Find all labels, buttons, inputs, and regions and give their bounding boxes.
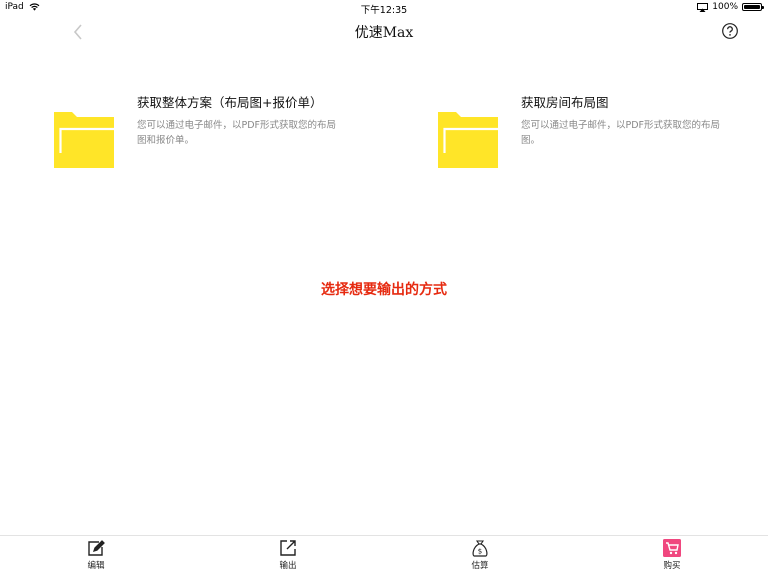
tab-edit[interactable]: 编辑 <box>66 536 126 576</box>
status-right: 100% <box>697 2 764 12</box>
option-title: 获取房间布局图 <box>521 95 609 110</box>
tab-label: 输出 <box>279 561 297 571</box>
status-time: 下午12:35 <box>360 5 408 16</box>
option-room-layout[interactable]: 获取房间布局图 您可以通过电子邮件，以PDF形式获取您的布局图。 <box>436 92 736 182</box>
tab-label: 估算 <box>471 561 489 571</box>
tab-label: 购买 <box>663 561 681 571</box>
page: iPad 下午12:35 100% 优速Max 获取整体方案（布局图+报价单） … <box>0 0 768 576</box>
edit-icon <box>88 540 105 556</box>
folder-icon <box>54 112 114 168</box>
cart-icon <box>663 539 681 557</box>
export-icon <box>280 540 296 556</box>
question-circle-icon <box>722 23 738 39</box>
tab-label: 编辑 <box>87 561 105 571</box>
folder-icon <box>438 112 498 168</box>
tab-buy[interactable]: 购买 <box>642 536 702 576</box>
option-full-plan[interactable]: 获取整体方案（布局图+报价单） 您可以通过电子邮件，以PDF形式获取您的布局图和… <box>52 92 352 182</box>
money-bag-icon: $ <box>472 540 488 557</box>
nav-bar: 优速Max <box>0 16 768 48</box>
option-title: 获取整体方案（布局图+报价单） <box>137 95 323 110</box>
airplay-icon <box>697 2 709 12</box>
svg-text:$: $ <box>478 548 482 556</box>
battery-fill <box>744 5 760 9</box>
battery-percent: 100% <box>712 2 738 12</box>
selection-prompt: 选择想要输出的方式 <box>321 282 447 298</box>
page-title: 优速Max <box>354 25 414 41</box>
option-description: 您可以通过电子邮件，以PDF形式获取您的布局图。 <box>521 120 721 146</box>
tab-bar: 编辑 输出 $ 估算 购买 <box>0 535 768 576</box>
battery-icon <box>742 3 764 11</box>
help-button[interactable] <box>721 22 739 40</box>
option-description: 您可以通过电子邮件，以PDF形式获取您的布局图和报价单。 <box>137 120 337 146</box>
tab-estimate[interactable]: $ 估算 <box>450 536 510 576</box>
status-bar: iPad 下午12:35 100% <box>0 0 768 16</box>
tab-export[interactable]: 输出 <box>258 536 318 576</box>
